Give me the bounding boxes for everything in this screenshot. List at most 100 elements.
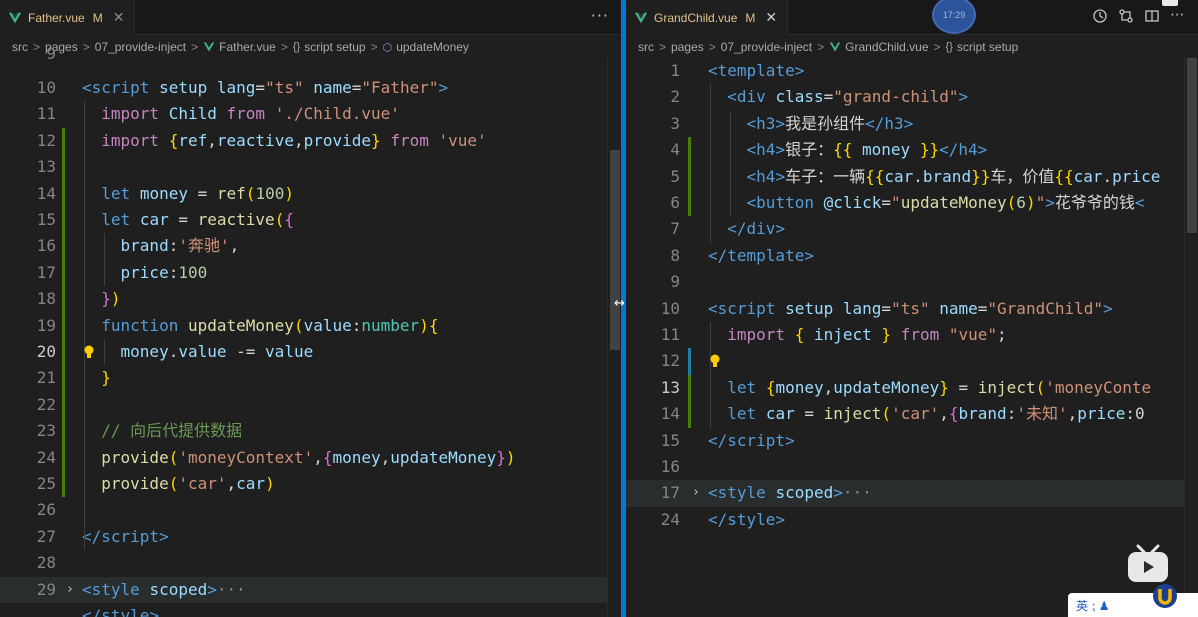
tab-father-vue[interactable]: Father.vue M ✕ <box>0 0 136 35</box>
code-token: < <box>82 579 92 599</box>
ime-toolbar[interactable]: 英 ⁏ ♟ <box>1068 593 1198 617</box>
code-token: < <box>708 298 718 318</box>
code-token: = <box>168 210 198 229</box>
breadcrumb: src > pages >07_provide-inject > GrandChild.v… <box>626 36 1198 58</box>
code-token: "Father" <box>361 78 439 97</box>
tab-grandchild-vue[interactable]: GrandChild.vue M ✕ <box>626 0 789 35</box>
code-line: 25 provide('car',car) <box>0 471 621 497</box>
line-number: 15 <box>660 430 680 450</box>
fold-chevron-icon[interactable]: › <box>692 480 700 506</box>
code-text: </script> <box>708 428 795 454</box>
code-token: = <box>881 193 892 212</box>
code-token: 车子：一辆 <box>785 166 866 186</box>
code-token: { <box>948 404 959 424</box>
code-token: {{ <box>833 140 853 160</box>
tab-label: Father.vue <box>28 10 85 25</box>
code-token: ··· <box>216 579 246 599</box>
lightbulb-icon[interactable] <box>710 354 720 368</box>
more-actions-icon[interactable]: ··· <box>1170 8 1186 24</box>
breadcrumb-item[interactable]: {} script setup <box>946 40 1019 54</box>
code-token: from <box>390 130 429 150</box>
code-token: @click <box>823 193 882 212</box>
lightbulb-icon[interactable] <box>84 345 94 359</box>
code-token: ( <box>168 447 179 467</box>
code-token: 'moneyConte <box>1045 377 1152 397</box>
code-text: </script> <box>82 524 169 550</box>
git-change-marker[interactable] <box>688 348 691 375</box>
fold-chevron-icon[interactable]: › <box>66 577 74 603</box>
close-icon[interactable]: ✕ <box>765 9 777 26</box>
code-token: }} <box>919 140 940 160</box>
git-change-marker[interactable] <box>688 374 691 428</box>
code-token: "ts" <box>265 78 304 97</box>
code-token: -= <box>226 342 266 361</box>
code-token: > <box>775 219 786 239</box>
ime-logo-icon[interactable] <box>1152 582 1178 610</box>
code-editor[interactable]: 9 10 <script setup lang="ts" name="Father"… <box>0 44 621 617</box>
code-token: } <box>881 325 892 344</box>
split-editor-icon[interactable] <box>1144 8 1160 24</box>
code-token: . <box>168 342 179 361</box>
chevron-right-icon: > <box>933 40 941 54</box>
code-token: value <box>303 315 352 335</box>
code-text: import Child from './Child.vue' <box>82 101 400 127</box>
indent-guide <box>730 110 731 217</box>
breadcrumb-label: 07_provide-inject <box>720 40 813 54</box>
git-change-marker[interactable] <box>688 137 691 217</box>
code-token: = <box>794 404 824 424</box>
code-token: < <box>708 61 718 80</box>
breadcrumb-item[interactable]: pages <box>671 40 704 54</box>
history-icon[interactable] <box>1092 8 1108 24</box>
right-tab-bar: GrandChild.vue M ✕ ··· <box>626 0 1198 35</box>
scrollbar-thumb[interactable] <box>1187 58 1197 233</box>
line-number: 20 <box>36 342 56 361</box>
code-editor[interactable]: 1 <template> 2 <div class="grand-child"> 3 … <box>626 58 1198 617</box>
code-token: '未知' <box>1016 404 1068 424</box>
code-token: ) <box>110 289 121 309</box>
code-token: lang <box>842 298 882 318</box>
code-token: car <box>139 210 169 229</box>
code-token: } <box>101 289 111 309</box>
more-actions-icon[interactable]: ··· <box>591 6 609 25</box>
breadcrumb-item[interactable]: src <box>638 40 654 54</box>
scrollbar-thumb[interactable] <box>610 150 620 350</box>
line-number: 12 <box>660 351 680 371</box>
code-token: value <box>265 342 314 361</box>
vertical-scrollbar[interactable] <box>1184 58 1198 617</box>
code-token: </ <box>727 219 747 239</box>
code-token: ( <box>881 404 892 424</box>
code-text: }) <box>82 286 121 312</box>
breadcrumb-item[interactable]: 07_provide-inject <box>721 40 812 54</box>
breadcrumb-item[interactable]: GrandChild.vue <box>829 40 929 54</box>
code-token: = <box>255 78 266 97</box>
line-number: 25 <box>36 474 56 493</box>
code-token: script <box>727 430 786 450</box>
code-text: let car = reactive({ <box>82 207 294 233</box>
code-token: './Child.vue' <box>274 104 400 124</box>
vertical-scrollbar[interactable] <box>607 58 621 617</box>
code-token: 'moneyContext' <box>178 447 314 467</box>
close-icon[interactable]: ✕ <box>113 9 125 26</box>
git-change-marker[interactable] <box>62 127 65 498</box>
code-line: 28 <box>0 550 621 576</box>
code-token: , <box>293 130 304 150</box>
notification-icon[interactable] <box>1162 0 1178 6</box>
bilibili-tv-icon[interactable] <box>1124 542 1172 586</box>
code-token: Child <box>168 104 217 124</box>
code-token: > <box>159 526 169 546</box>
code-line: 21 } <box>0 365 621 391</box>
line-number: 9 <box>670 272 680 292</box>
compare-changes-icon[interactable] <box>1118 8 1134 24</box>
code-token: , <box>226 474 237 493</box>
code-token: script <box>91 78 150 97</box>
line-number: 28 <box>36 553 56 573</box>
code-token: style <box>717 483 766 503</box>
line-number: 16 <box>36 236 56 256</box>
